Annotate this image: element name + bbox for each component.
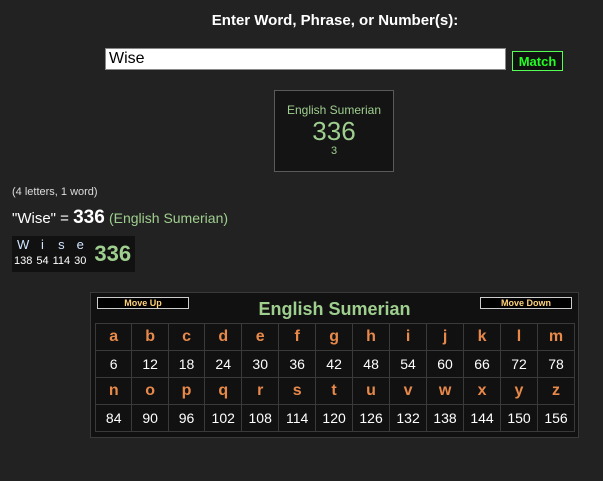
table-cell-letter: y (500, 377, 538, 405)
table-cell-value: 96 (167, 404, 206, 432)
table-row: 6 12 18 24 30 36 42 48 54 60 66 72 78 (94, 350, 575, 378)
cipher-chart: Move Up English Sumerian Move Down abcde… (90, 292, 579, 438)
table-cell-value: 132 (389, 404, 428, 432)
table-cell-value: 18 (167, 350, 206, 378)
table-cell-value: 102 (204, 404, 243, 432)
table-cell-value: 60 (426, 350, 465, 378)
table-cell-letter: b (131, 323, 169, 351)
table-cell-letter: j (426, 323, 465, 351)
table-cell-letter: q (204, 377, 243, 405)
breakdown-column: W 138 (12, 236, 34, 272)
table-cell-value: 36 (278, 350, 317, 378)
table-cell-letter: n (94, 377, 133, 405)
breakdown-column: i 54 (34, 236, 50, 272)
table-cell-value: 24 (204, 350, 243, 378)
table-cell-value: 72 (500, 350, 538, 378)
table-cell-letter: e (241, 323, 280, 351)
table-cell-value: 84 (94, 404, 133, 432)
table-cell-value: 54 (389, 350, 428, 378)
breakdown-letter: W (17, 237, 30, 252)
table-cell-value: 144 (463, 404, 502, 432)
table-cell-letter: f (278, 323, 317, 351)
table-cell-letter: m (537, 323, 575, 351)
table-cell-value: 150 (500, 404, 538, 432)
table-cell-letter: a (94, 323, 133, 351)
table-cell-value: 42 (315, 350, 354, 378)
table-cell-value: 6 (94, 350, 133, 378)
table-cell-value: 138 (426, 404, 465, 432)
table-cell-value: 90 (131, 404, 169, 432)
breakdown-column: s 114 (51, 236, 73, 272)
breakdown-value: 114 (52, 255, 71, 267)
table-cell-letter: w (426, 377, 465, 405)
table-cell-letter: z (537, 377, 575, 405)
table-cell-value: 48 (352, 350, 391, 378)
table-cell-letter: g (315, 323, 354, 351)
table-cell-value: 126 (352, 404, 391, 432)
cipher-summary-name: English Sumerian (286, 103, 382, 117)
table-cell-value: 12 (131, 350, 169, 378)
cipher-summary-value: 336 (312, 116, 356, 146)
breakdown-column: e 30 (72, 236, 88, 272)
table-cell-letter: d (204, 323, 243, 351)
result-cipher-name: (English Sumerian) (108, 210, 229, 226)
table-cell-value: 30 (241, 350, 280, 378)
table-cell-letter: t (315, 377, 354, 405)
table-cell-letter: h (352, 323, 391, 351)
letter-breakdown: W 138 i 54 s 114 e 30 336 (12, 236, 136, 272)
result-total: 336 (73, 207, 105, 228)
table-cell-letter: o (131, 377, 169, 405)
table-cell-letter: l (500, 323, 538, 351)
table-cell-letter: c (167, 323, 206, 351)
table-cell-value: 66 (463, 350, 502, 378)
breakdown-letter: i (41, 237, 44, 252)
table-row: nopqrstuvwxyz (94, 377, 575, 405)
table-cell-value: 156 (537, 404, 575, 432)
table-cell-letter: p (167, 377, 206, 405)
result-phrase: "Wise" (12, 210, 56, 227)
result-equals: = (55, 210, 74, 227)
table-cell-letter: i (389, 323, 428, 351)
breakdown-sum: 336 (94, 241, 132, 266)
table-cell-value: 114 (278, 404, 317, 432)
table-cell-value: 78 (537, 350, 575, 378)
table-cell-letter: x (463, 377, 502, 405)
breakdown-value: 54 (36, 255, 49, 267)
result-line: "Wise" = 336 (English Sumerian) (12, 207, 228, 229)
move-down-button[interactable]: Move Down (480, 297, 572, 309)
breakdown-value: 30 (74, 255, 87, 267)
page: Enter Word, Phrase, or Number(s): Match … (0, 0, 603, 481)
word-count: (4 letters, 1 word) (12, 186, 98, 198)
cipher-summary-box[interactable]: English Sumerian 336 3 (274, 90, 394, 172)
breakdown-value: 138 (14, 255, 33, 267)
table-cell-letter: u (352, 377, 391, 405)
match-button[interactable]: Match (512, 51, 563, 71)
table-row: 84 90 96 102 108 114 120 126 132 138 144 150 156 (94, 404, 575, 432)
table-row: abcdefghijklm (94, 323, 575, 351)
input-prompt: Enter Word, Phrase, or Number(s): (211, 12, 459, 29)
table-cell-letter: v (389, 377, 428, 405)
breakdown-letter: e (76, 237, 84, 252)
breakdown-letter: s (58, 237, 65, 252)
table-cell-letter: r (241, 377, 280, 405)
cipher-table: abcdefghijklm 6 12 18 24 30 36 42 48 54 60 66 72 78 … (94, 323, 575, 432)
table-cell-value: 108 (241, 404, 280, 432)
table-cell-value: 120 (315, 404, 354, 432)
table-cell-letter: k (463, 323, 502, 351)
cipher-chart-header: Move Up English Sumerian Move Down (91, 293, 578, 323)
cipher-summary-count: 3 (330, 145, 338, 157)
phrase-input[interactable] (105, 48, 506, 70)
table-cell-letter: s (278, 377, 317, 405)
